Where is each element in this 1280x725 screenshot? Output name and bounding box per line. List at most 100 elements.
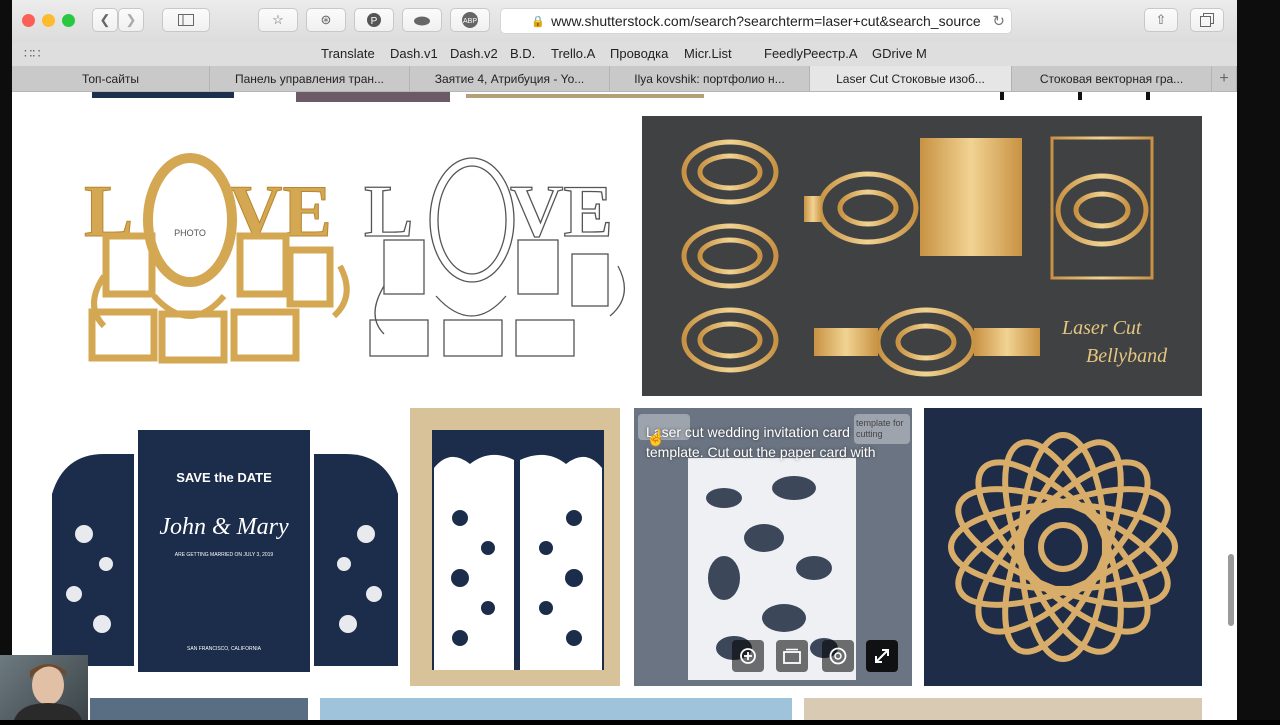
- bookmark-item[interactable]: Dash.v1: [390, 46, 438, 61]
- zoom-in-icon: [740, 648, 756, 664]
- desktop-edge-left: [0, 0, 12, 720]
- tab-bar: Топ-сайты Панель управления тран... Заят…: [12, 66, 1237, 92]
- tab[interactable]: Ilya kovshik: портфолио н...: [610, 66, 810, 91]
- tab[interactable]: Заятие 4, Атрибуция - Yo...: [410, 66, 610, 91]
- bookmark-item[interactable]: B.D.: [510, 46, 535, 61]
- address-bar[interactable]: 🔒 www.shutterstock.com/search?searchterm…: [500, 8, 1012, 34]
- sidebar-icon: [178, 14, 194, 26]
- result-image-partial[interactable]: [44, 92, 252, 102]
- plus-icon: +: [1219, 69, 1229, 87]
- browser-toolbar: ❮ ❯ ☆ ⊛ P ABP 🔒 www.shutterstock.com/sea…: [12, 0, 1237, 42]
- page-scrollbar-thumb[interactable]: [1228, 554, 1234, 626]
- bookmark-item[interactable]: Реестр.А: [803, 46, 858, 61]
- svg-text:P: P: [371, 16, 378, 27]
- browser-window: ❮ ❯ ☆ ⊛ P ABP 🔒 www.shutterstock.com/sea…: [12, 0, 1237, 720]
- adblock-icon: ABP: [462, 12, 478, 28]
- bookmark-item[interactable]: Micr.List: [684, 46, 732, 61]
- expand-image-button[interactable]: [866, 640, 898, 672]
- bookmark-item[interactable]: Translate: [321, 46, 375, 61]
- tab-label: Ilya kovshik: портфолио н...: [634, 71, 785, 86]
- result-image-invitation-hovered[interactable]: Laser cut wedding invitation card templa…: [634, 408, 912, 686]
- similar-images-button[interactable]: [822, 640, 854, 672]
- pinterest-icon: P: [367, 13, 381, 27]
- minimize-window-button[interactable]: [42, 14, 55, 27]
- result-image-save-the-date[interactable]: SAVE the DATE John & Mary ARE GETTING MA…: [44, 414, 406, 676]
- bellyband-caption-1: Laser Cut: [1061, 317, 1142, 339]
- love-frame-illustration: L VE PHOTO L VE: [84, 153, 626, 364]
- similar-icon: [829, 647, 847, 665]
- svg-text:VE: VE: [229, 171, 332, 253]
- desktop-edge-right: [1237, 0, 1280, 720]
- share-button[interactable]: ⇧: [1144, 8, 1178, 32]
- save-to-lightbox-button[interactable]: [776, 640, 808, 672]
- rss-icon: ⊛: [320, 12, 332, 27]
- pinterest-extension-button[interactable]: P: [354, 8, 394, 32]
- chevron-right-icon: ❯: [125, 12, 137, 27]
- svg-text:L: L: [364, 171, 413, 253]
- share-icon: ⇧: [1155, 12, 1167, 27]
- bookmark-item[interactable]: Проводка: [610, 46, 668, 61]
- result-image-gate-card[interactable]: [410, 408, 620, 686]
- zoom-preview-button[interactable]: [732, 640, 764, 672]
- wedding-location: SAN FRANCISCO, CALIFORNIA: [187, 646, 262, 652]
- tab-label: Панель управления тран...: [234, 71, 385, 86]
- lock-icon: 🔒: [531, 15, 546, 28]
- result-image-partial[interactable]: [804, 698, 1202, 720]
- tabs-icon: [1200, 13, 1214, 27]
- tab[interactable]: Стоковая векторная гра...: [1012, 66, 1212, 91]
- address-bar-text: www.shutterstock.com/search?searchterm=l…: [551, 13, 981, 29]
- bookmark-item[interactable]: Feedly: [764, 46, 803, 61]
- tab-label: Топ-сайты: [81, 71, 140, 86]
- result-image-mandala[interactable]: [924, 408, 1202, 686]
- expand-icon: [875, 649, 889, 663]
- result-image-partial[interactable]: [320, 698, 792, 720]
- corner-tag-text: template for cutting: [856, 418, 904, 439]
- couple-names: John & Mary: [159, 514, 289, 540]
- result-image-partial[interactable]: [296, 92, 450, 102]
- result-image-partial[interactable]: [466, 92, 704, 102]
- forward-button[interactable]: ❯: [118, 8, 144, 32]
- presenter-avatar: [14, 664, 82, 720]
- close-window-button[interactable]: [22, 14, 35, 27]
- mandala-illustration: [948, 432, 1178, 662]
- chevron-left-icon: ❮: [99, 12, 111, 27]
- cloud-icon: [414, 16, 430, 26]
- bookmark-star-button[interactable]: ☆: [258, 8, 298, 32]
- result-image-bellyband[interactable]: Laser Cut Bellyband: [642, 116, 1202, 396]
- bookmark-item[interactable]: GDrive M: [872, 46, 927, 61]
- tab-label: Заятие 4, Атрибуция - Yo...: [434, 71, 585, 86]
- webcam-overlay: [0, 655, 88, 720]
- rss-extension-button[interactable]: ⊛: [306, 8, 346, 32]
- bookmarks-bar: ∷∷ Translate Dash.v1 Dash.v2 B.D. Trello…: [12, 42, 1237, 67]
- gate-card-illustration: [432, 430, 604, 670]
- result-image-partial[interactable]: [970, 92, 1170, 102]
- tab-overview-button[interactable]: [1190, 8, 1224, 32]
- bookmark-item[interactable]: Trello.A: [551, 46, 595, 61]
- tab-label: Стоковая векторная гра...: [1039, 71, 1184, 86]
- apps-grid-icon[interactable]: ∷∷: [24, 46, 41, 62]
- svg-text:ABP: ABP: [463, 18, 477, 25]
- tab-active[interactable]: Laser Cut Стоковые изоб...: [810, 66, 1012, 91]
- adblock-extension-button[interactable]: ABP: [450, 8, 490, 32]
- zoom-window-button[interactable]: [62, 14, 75, 27]
- svg-text:VE: VE: [510, 171, 613, 253]
- save-the-date-illustration: SAVE the DATE John & Mary ARE GETTING MA…: [52, 430, 398, 672]
- tab[interactable]: Топ-сайты: [12, 66, 210, 91]
- result-image-love-frame[interactable]: L VE PHOTO L VE: [44, 116, 630, 402]
- result-image-partial[interactable]: [90, 698, 308, 720]
- photo-label: PHOTO: [174, 228, 206, 238]
- tab-label: Laser Cut Стоковые изоб...: [836, 71, 985, 86]
- cloud-extension-button[interactable]: [402, 8, 442, 32]
- bellyband-caption-2: Bellyband: [1086, 345, 1168, 367]
- reload-icon[interactable]: ↻: [992, 12, 1005, 30]
- sidebar-toggle-button[interactable]: [162, 8, 210, 32]
- save-the-date-title: SAVE the DATE: [176, 470, 272, 485]
- new-tab-button[interactable]: +: [1212, 66, 1237, 91]
- star-icon: ☆: [272, 12, 284, 27]
- back-button[interactable]: ❮: [92, 8, 118, 32]
- tab[interactable]: Панель управления тран...: [210, 66, 410, 91]
- bookmark-item[interactable]: Dash.v2: [450, 46, 498, 61]
- folder-icon: [783, 648, 801, 664]
- mouse-cursor-icon: ☝: [646, 430, 666, 447]
- wedding-subtitle: ARE GETTING MARRIED ON JULY 3, 2019: [175, 552, 274, 558]
